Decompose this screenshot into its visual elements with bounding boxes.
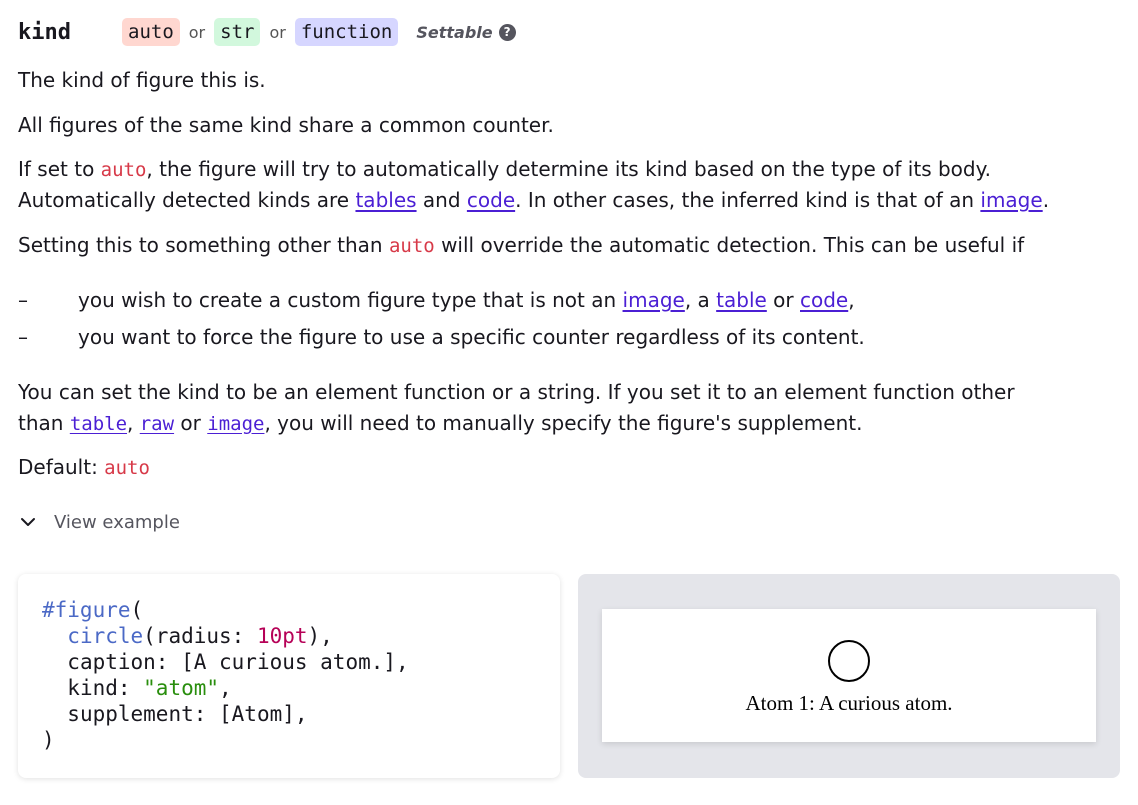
code-token: (radius: [143, 624, 257, 648]
link-tables[interactable]: tables [355, 188, 416, 212]
view-example-toggle[interactable]: View example [18, 507, 180, 537]
link-code[interactable]: code [800, 288, 848, 312]
default-value-row: Default: auto [18, 452, 150, 484]
description-paragraph: All figures of the same kind share a com… [18, 113, 554, 137]
default-label: Default: [18, 455, 105, 479]
link-raw[interactable]: raw [140, 413, 174, 435]
code-token: ( [130, 598, 144, 622]
type-pill-function[interactable]: function [294, 18, 399, 46]
text-run: or [174, 411, 208, 435]
code-token: caption: [A curious atom.], [67, 650, 409, 674]
list-item: you want to force the figure to use a sp… [78, 325, 865, 349]
text-run: , [127, 411, 140, 435]
description-paragraph: If set to auto, the figure will try to a… [18, 154, 991, 186]
description-paragraph: than table, raw or image, you will need … [18, 408, 862, 440]
settable-badge: Settable ? [416, 22, 516, 42]
text-run: Setting this to something other than [18, 233, 389, 257]
code-example: #figure( circle(radius: 10pt), caption: … [18, 574, 560, 778]
preview-circle [828, 640, 870, 682]
parameter-header: kind auto or str or function Settable ? [18, 14, 516, 50]
description-paragraph: The kind of figure this is. [18, 68, 266, 92]
help-icon[interactable]: ? [498, 23, 516, 41]
code-token: , [219, 676, 232, 700]
code-block: #figure( circle(radius: 10pt), caption: … [42, 597, 409, 753]
text-run: Automatically detected kinds are [18, 188, 356, 212]
example-preview: Atom 1: A curious atom. [578, 574, 1120, 778]
link-code[interactable]: code [467, 188, 515, 212]
type-pill-auto[interactable]: auto [122, 18, 180, 46]
text-run: than [18, 411, 70, 435]
chevron-down-icon [21, 518, 35, 526]
link-table[interactable]: table [716, 288, 767, 312]
text-run: , the figure will try to automatically d… [146, 157, 991, 181]
bullet-marker: – [18, 288, 28, 312]
code-token: "atom" [143, 676, 220, 700]
view-example-label: View example [54, 511, 180, 533]
code-token: 10pt [256, 624, 308, 648]
or-separator: or [188, 22, 206, 42]
text-run: will override the automatic detection. T… [434, 233, 1025, 257]
code-token: ), [307, 624, 333, 648]
text-run: , a [684, 288, 717, 312]
link-table[interactable]: table [70, 413, 127, 435]
text-run: , you will need to manually specify the … [264, 411, 863, 435]
or-separator: or [269, 22, 286, 42]
link-image[interactable]: image [623, 288, 685, 312]
description-paragraph: You can set the kind to be an element fu… [18, 380, 1015, 404]
text-run: or [766, 288, 800, 312]
text-run: If set to [18, 157, 101, 181]
code-token: circle [67, 624, 144, 648]
text-run: you wish to create a custom figure type … [78, 288, 623, 312]
inline-code: auto [100, 159, 147, 181]
description-paragraph: Setting this to something other than aut… [18, 230, 1024, 262]
default-value: auto [104, 457, 150, 479]
code-token: kind: [67, 676, 144, 700]
bullet-marker: – [18, 325, 28, 349]
preview-page: Atom 1: A curious atom. [602, 609, 1096, 742]
link-image[interactable]: image [980, 188, 1042, 212]
text-run: . [1042, 188, 1050, 212]
preview-caption: Atom 1: A curious atom. [745, 691, 953, 715]
inline-code: auto [388, 235, 435, 257]
settable-label: Settable [416, 22, 493, 42]
text-run: and [416, 188, 467, 212]
code-token: #figure [42, 598, 131, 622]
list-item: you wish to create a custom figure type … [78, 285, 855, 316]
type-pill-str[interactable]: str [214, 18, 261, 46]
text-run: , [848, 288, 855, 312]
description-paragraph: Automatically detected kinds are tables … [18, 185, 1049, 216]
code-token: supplement: [Atom], [67, 702, 308, 726]
link-image[interactable]: image [207, 413, 264, 435]
parameter-name: kind [18, 19, 71, 45]
code-token: ) [42, 728, 55, 752]
text-run: . In other cases, the inferred kind is t… [515, 188, 981, 212]
